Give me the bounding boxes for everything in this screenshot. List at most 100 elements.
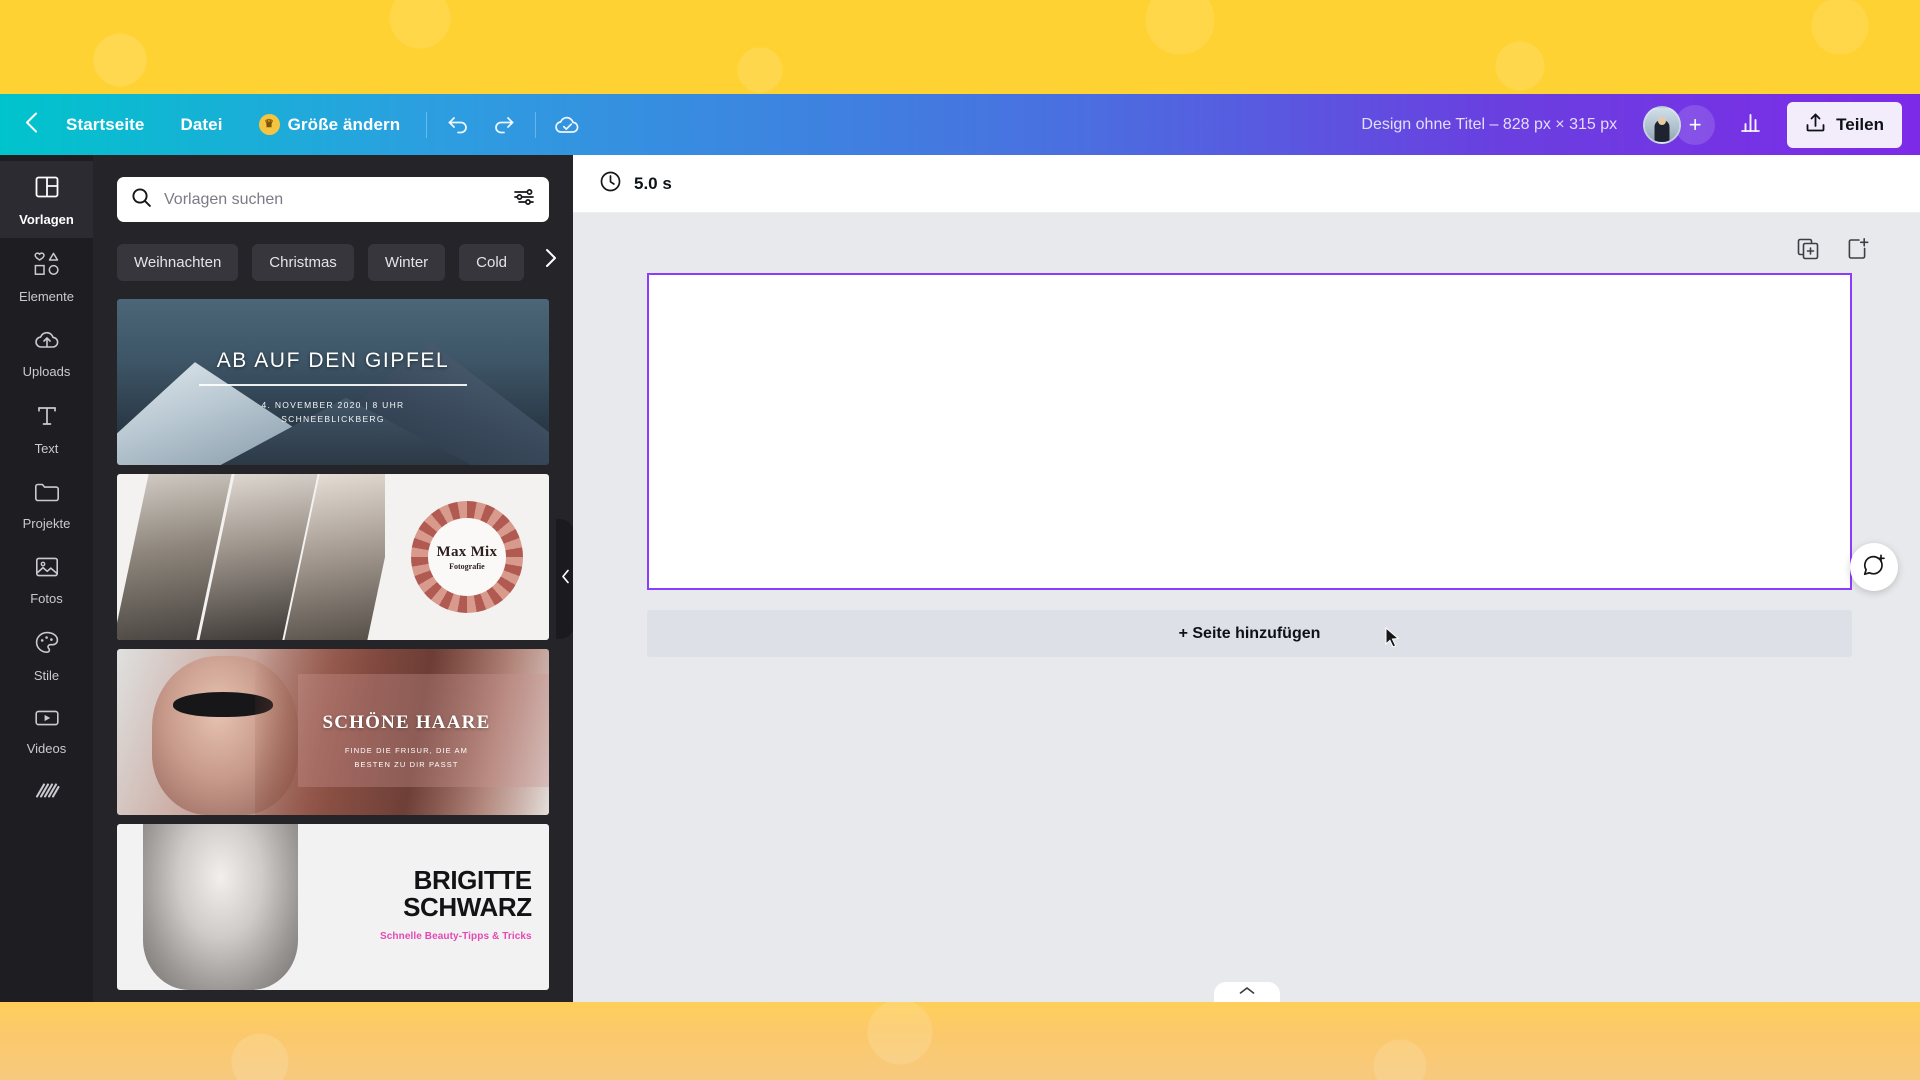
sidebar-item-uploads[interactable]: Uploads	[0, 315, 93, 390]
photo-icon	[34, 555, 60, 584]
chevron-left-icon	[25, 112, 38, 138]
badge-text: Max Mix Fotografie	[436, 544, 497, 571]
sidebar-item-fotos[interactable]: Fotos	[0, 542, 93, 617]
desktop-background-bottom	[0, 1002, 1920, 1080]
upload-icon	[1805, 112, 1826, 138]
sidebar-item-vorlagen[interactable]: Vorlagen	[0, 161, 93, 238]
add-page-button[interactable]: + Seite hinzufügen	[647, 610, 1852, 657]
add-page-icon[interactable]	[1846, 237, 1870, 261]
toolbar-divider	[426, 111, 428, 138]
text-icon	[34, 403, 60, 434]
duplicate-page-icon[interactable]	[1796, 237, 1820, 261]
chevron-left-icon	[561, 569, 570, 589]
model-portrait	[142, 824, 299, 990]
chip-winter[interactable]: Winter	[367, 244, 446, 281]
canva-editor-window: Startseite Datei ♛ Größe ändern Design o…	[0, 94, 1920, 1002]
video-icon	[33, 707, 61, 734]
sliders-icon[interactable]	[513, 187, 535, 212]
sidebar-item-hintergrund[interactable]	[0, 767, 93, 827]
collaborators-group: +	[1643, 104, 1716, 145]
template-subtext-line2: BESTEN ZU DIR PASST	[354, 760, 459, 770]
collapse-panel-button[interactable]	[556, 518, 573, 639]
template-heading: BRIGITTE SCHWARZ	[290, 865, 533, 923]
bar-chart-icon	[1739, 111, 1762, 138]
badge-container: Max Mix Fotografie	[385, 474, 549, 640]
sidebar-item-elemente[interactable]: Elemente	[0, 238, 93, 315]
share-button[interactable]: Teilen	[1787, 101, 1902, 148]
folder-icon	[33, 480, 61, 509]
sidebar-item-videos[interactable]: Videos	[0, 694, 93, 767]
template-text-block: AB AUF DEN GIPFEL 4. NOVEMBER 2020 | 8 U…	[117, 349, 549, 427]
chips-next-button[interactable]	[537, 246, 563, 276]
sidebar-item-stile[interactable]: Stile	[0, 617, 93, 694]
sidebar-item-label: Videos	[26, 741, 67, 756]
file-menu-button[interactable]: Datei	[162, 107, 240, 143]
template-text-block: BRIGITTE SCHWARZ Schnelle Beauty-Tipps &…	[290, 865, 533, 942]
back-button[interactable]	[14, 94, 48, 155]
templates-icon	[34, 174, 60, 205]
editor-top-bar: Startseite Datei ♛ Größe ändern Design o…	[0, 94, 1920, 155]
top-bar-left-group: Startseite Datei ♛ Größe ändern	[0, 94, 590, 155]
template-card-gipfel[interactable]: AB AUF DEN GIPFEL 4. NOVEMBER 2020 | 8 U…	[117, 299, 549, 465]
stage-toolbar: 5.0 s	[573, 155, 1920, 213]
rosette-badge: Max Mix Fotografie	[410, 501, 523, 613]
page-duration-value[interactable]: 5.0 s	[634, 174, 672, 194]
sidebar-item-label: Elemente	[19, 289, 74, 304]
template-heading-line2: SCHWARZ	[403, 892, 532, 923]
sidebar-item-label: Stile	[33, 668, 60, 683]
left-rail: Vorlagen Elemente Uploads Text Projekte …	[0, 155, 93, 1002]
chip-christmas[interactable]: Christmas	[252, 244, 354, 281]
search-input[interactable]	[164, 190, 501, 209]
canvas-stage: 5.0 s + Seite hinzufügen	[573, 155, 1920, 1002]
cloud-saved-icon	[554, 114, 581, 136]
sidebar-item-projekte[interactable]: Projekte	[0, 467, 93, 542]
template-card-schoene-haare[interactable]: SCHÖNE HAARE FINDE DIE FRISUR, DIE AM BE…	[117, 649, 549, 815]
template-subtitle: Schnelle Beauty-Tipps & Tricks	[379, 930, 532, 942]
badge-name: Max Mix	[436, 543, 498, 560]
clock-icon[interactable]	[599, 170, 622, 198]
home-button[interactable]: Startseite	[48, 107, 162, 143]
sidebar-item-label: Text	[34, 441, 59, 456]
add-collaborator-button[interactable]: +	[1675, 104, 1716, 145]
save-status-button[interactable]	[544, 103, 590, 147]
template-divider	[199, 383, 467, 386]
avatar[interactable]	[1643, 105, 1682, 144]
share-label: Teilen	[1836, 114, 1884, 134]
undo-icon	[446, 115, 470, 135]
search-icon	[131, 187, 152, 213]
resize-label: Größe ändern	[287, 114, 401, 134]
templates-panel: Weihnachten Christmas Winter Cold	[93, 155, 573, 1002]
filter-chips: Weihnachten Christmas Winter Cold	[93, 222, 573, 299]
background-icon	[33, 780, 61, 809]
search-box[interactable]	[117, 177, 549, 222]
sidebar-item-label: Projekte	[22, 516, 71, 531]
template-list: AB AUF DEN GIPFEL 4. NOVEMBER 2020 | 8 U…	[93, 299, 573, 990]
template-card-brigitte[interactable]: BRIGITTE SCHWARZ Schnelle Beauty-Tipps &…	[117, 824, 549, 990]
resize-button[interactable]: ♛ Größe ändern	[241, 106, 419, 143]
chip-cold[interactable]: Cold	[459, 244, 525, 281]
crown-icon: ♛	[258, 114, 280, 135]
redo-button[interactable]	[481, 103, 527, 147]
badge-subtitle: Fotografie	[449, 561, 485, 571]
add-comment-icon	[1861, 552, 1887, 583]
editor-body: Vorlagen Elemente Uploads Text Projekte …	[0, 155, 1920, 1002]
expand-timeline-button[interactable]	[1213, 982, 1280, 1002]
top-bar-right-group: Design ohne Titel – 828 px × 315 px + Te…	[1347, 94, 1920, 155]
design-page-canvas[interactable]	[647, 273, 1852, 590]
mouse-cursor	[1385, 626, 1401, 654]
template-heading-line1: BRIGITTE	[413, 865, 533, 896]
sidebar-item-label: Uploads	[22, 364, 71, 379]
redo-icon	[492, 115, 516, 135]
add-comment-button[interactable]	[1850, 543, 1898, 591]
chip-weihnachten[interactable]: Weihnachten	[117, 244, 239, 281]
template-subtext-line1: FINDE DIE FRISUR, DIE AM	[344, 746, 468, 756]
template-heading: SCHÖNE HAARE	[322, 712, 491, 734]
sidebar-item-label: Vorlagen	[19, 212, 74, 227]
document-title[interactable]: Design ohne Titel – 828 px × 315 px	[1347, 110, 1631, 140]
avatar-head	[1658, 116, 1667, 125]
insights-button[interactable]	[1727, 103, 1773, 147]
template-card-maxmix[interactable]: Max Mix Fotografie	[117, 474, 549, 640]
sidebar-item-text[interactable]: Text	[0, 390, 93, 467]
template-subtext-line1: 4. NOVEMBER 2020 | 8 UHR	[261, 399, 405, 410]
undo-button[interactable]	[435, 103, 481, 147]
